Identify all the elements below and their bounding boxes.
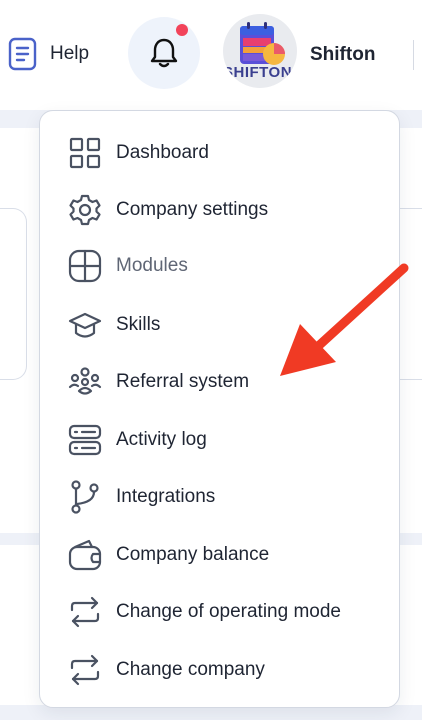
menu-item-company-balance[interactable]: Company balance xyxy=(40,529,399,579)
swap-icon xyxy=(70,596,100,628)
menu-item-label: Referral system xyxy=(116,371,250,392)
referral-icon xyxy=(68,367,102,395)
top-bar: Help SHIFTON Shifton xyxy=(0,0,422,110)
bell-icon xyxy=(150,38,178,68)
menu-item-label: Change company xyxy=(116,659,265,680)
help-label: Help xyxy=(50,43,90,64)
menu-item-change-operating-mode[interactable]: Change of operating mode xyxy=(40,586,399,636)
help-button[interactable]: Help xyxy=(8,37,89,71)
company-avatar[interactable]: SHIFTON xyxy=(223,14,297,88)
divider xyxy=(413,40,414,70)
menu-item-label: Dashboard xyxy=(116,142,209,163)
menu-item-dashboard[interactable]: Dashboard xyxy=(40,127,399,177)
menu-item-activity-log[interactable]: Activity log xyxy=(40,414,399,464)
notifications-button[interactable] xyxy=(128,17,200,89)
company-name[interactable]: Shifton xyxy=(310,44,375,66)
menu-item-label: Activity log xyxy=(116,429,207,450)
grid-icon xyxy=(69,137,101,169)
menu-item-label: Change of operating mode xyxy=(116,601,341,622)
menu-item-change-company[interactable]: Change company xyxy=(40,644,399,694)
branch-icon xyxy=(71,480,99,514)
gear-icon xyxy=(69,194,101,226)
menu-item-integrations[interactable]: Integrations xyxy=(40,471,399,521)
menu-item-label: Integrations xyxy=(116,486,216,507)
swap-icon xyxy=(70,654,100,686)
avatar-text: SHIFTON xyxy=(223,64,293,81)
notification-dot xyxy=(176,24,188,36)
menu-item-company-settings[interactable]: Company settings xyxy=(40,184,399,234)
company-dropdown-menu: Dashboard Company settings Modules Skill… xyxy=(39,110,400,708)
background-card xyxy=(0,208,27,380)
document-icon xyxy=(8,37,37,71)
wallet-icon xyxy=(68,539,102,571)
menu-item-label: Modules xyxy=(116,255,188,276)
menu-item-label: Skills xyxy=(116,314,161,335)
activity-log-icon xyxy=(68,424,102,456)
menu-item-label: Company balance xyxy=(116,544,270,565)
annotation-arrow-icon xyxy=(280,263,409,376)
modules-icon xyxy=(68,249,102,283)
graduation-cap-icon xyxy=(68,312,102,338)
menu-item-label: Company settings xyxy=(116,199,269,220)
